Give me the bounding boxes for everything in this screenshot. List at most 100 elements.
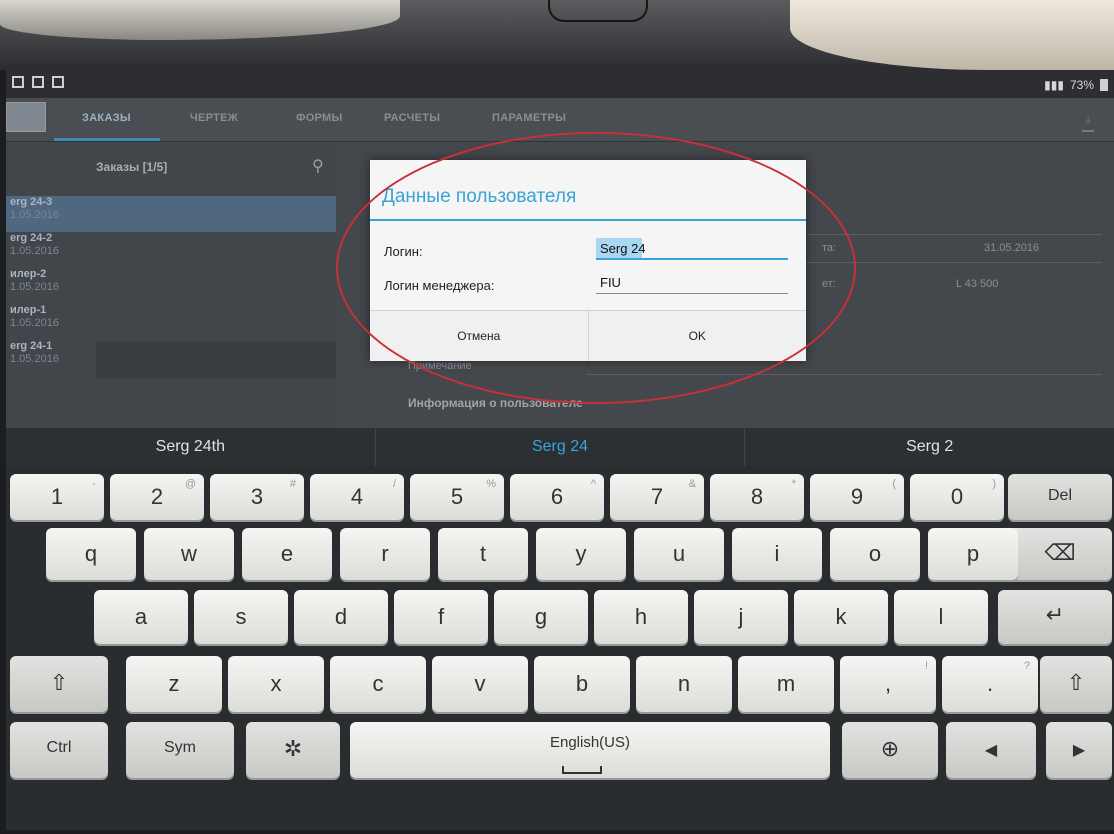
letter-key[interactable]: n [636, 656, 732, 712]
tab-drawing[interactable]: ЧЕРТЕЖ [190, 112, 238, 124]
order-item[interactable]: erg 24-3 1.05.2016 [6, 196, 336, 232]
order-item[interactable]: erg 24-1 1.05.2016 [6, 340, 336, 376]
letter-key[interactable]: c [330, 656, 426, 712]
letter-key-label: w [181, 541, 197, 566]
letter-key[interactable]: q [46, 528, 136, 580]
number-key-label: 9 [850, 484, 864, 509]
download-icon[interactable]: ⤓ [1082, 114, 1094, 132]
number-key[interactable]: 1- [10, 474, 104, 520]
letter-key[interactable]: j [694, 590, 788, 644]
tablet-screen: ▮▮▮ 73% ЗАКАЗЫ ЧЕРТЕЖ ФОРМЫ РАСЧЕТЫ ПАРА… [6, 70, 1114, 830]
space-key[interactable]: English(US) [350, 722, 830, 778]
language-key[interactable]: ⊕ [842, 722, 938, 778]
red-circle-annotation [336, 132, 856, 404]
letter-key[interactable]: g [494, 590, 588, 644]
letter-key[interactable]: v [432, 656, 528, 712]
number-key[interactable]: 0) [910, 474, 1004, 520]
shift-key-right[interactable]: ⇧ [1040, 656, 1112, 712]
letter-key[interactable]: z [126, 656, 222, 712]
settings-icon: ✲ [283, 736, 303, 761]
order-item[interactable]: илер-2 1.05.2016 [6, 268, 336, 304]
amount-value: L 43 500 [956, 278, 999, 290]
order-item[interactable]: илер-1 1.05.2016 [6, 304, 336, 340]
letter-key-label: q [84, 541, 98, 566]
search-icon[interactable]: ⚲ [312, 156, 324, 176]
shift-icon: ⇧ [1066, 670, 1086, 695]
letter-key[interactable]: k [794, 590, 888, 644]
number-key-hint: ^ [590, 478, 596, 490]
orders-panel: Заказы [1/5] ⚲ erg 24-3 1.05.2016 erg 24… [6, 142, 336, 428]
number-key[interactable]: 2 @ [110, 474, 204, 520]
letter-key[interactable]: h [594, 590, 688, 644]
letter-key[interactable]: e [242, 528, 332, 580]
number-key[interactable]: 8 * [710, 474, 804, 520]
letter-key-label: n [677, 671, 691, 696]
letter-key[interactable]: r [340, 528, 430, 580]
number-key[interactable]: 3 # [210, 474, 304, 520]
letter-key-label: o [868, 541, 882, 566]
letter-key[interactable]: .? [942, 656, 1038, 712]
sym-key[interactable]: Sym [126, 722, 234, 778]
number-key[interactable]: 6 ^ [510, 474, 604, 520]
cursor-right-key[interactable]: ▶ [1046, 722, 1112, 778]
number-key[interactable]: 9( [810, 474, 904, 520]
battery-icon [1100, 79, 1108, 91]
settings-key[interactable]: ✲ [246, 722, 340, 778]
number-key-label: 0 [950, 484, 964, 509]
image-icon [52, 76, 64, 88]
letter-key[interactable]: a [94, 590, 188, 644]
letter-key[interactable]: d [294, 590, 388, 644]
tab-orders[interactable]: ЗАКАЗЫ [82, 112, 131, 124]
delete-key[interactable]: Del [1008, 474, 1112, 520]
letter-key[interactable]: y [536, 528, 626, 580]
order-item[interactable]: erg 24-2 1.05.2016 [6, 232, 336, 268]
number-key[interactable]: 5% [410, 474, 504, 520]
letter-key[interactable]: t [438, 528, 528, 580]
letter-key[interactable]: w [144, 528, 234, 580]
letter-key-label: . [986, 671, 994, 696]
letter-key-label: h [634, 604, 648, 629]
letter-key-label: g [534, 604, 548, 629]
system-icons: ▮▮▮ 73% [1044, 78, 1108, 92]
letter-key-label: e [280, 541, 294, 566]
suggestion-item[interactable]: Serg 24 [376, 428, 746, 466]
number-key[interactable]: 7 & [610, 474, 704, 520]
letter-key-label: y [575, 541, 587, 566]
letter-key[interactable]: b [534, 656, 630, 712]
tab-forms[interactable]: ФОРМЫ [296, 112, 343, 124]
letter-key[interactable]: p [928, 528, 1018, 580]
background-object-right [790, 0, 1114, 70]
number-key[interactable]: 4/ [310, 474, 404, 520]
suggestion-item[interactable]: Serg 2 [745, 428, 1114, 466]
letter-key[interactable]: f [394, 590, 488, 644]
backspace-key[interactable]: ⌫ [1008, 528, 1112, 580]
enter-key[interactable]: ↵ [998, 590, 1112, 644]
cursor-left-key[interactable]: ◀ [946, 722, 1036, 778]
number-key-hint: * [791, 478, 796, 490]
ctrl-key[interactable]: Ctrl [10, 722, 108, 778]
letter-key[interactable]: s [194, 590, 288, 644]
letter-key[interactable]: l [894, 590, 988, 644]
letter-key-label: , [884, 671, 892, 696]
letter-key[interactable]: i [732, 528, 822, 580]
number-key-label: 8 [750, 484, 764, 509]
backspace-icon: ⌫ [1044, 540, 1076, 565]
shift-key-left[interactable]: ⇧ [10, 656, 108, 712]
shift-icon: ⇧ [49, 670, 69, 695]
background-object-left [0, 0, 400, 40]
letter-key[interactable]: o [830, 528, 920, 580]
letter-key-label: c [372, 671, 384, 696]
tablet-photo: ▮▮▮ 73% ЗАКАЗЫ ЧЕРТЕЖ ФОРМЫ РАСЧЕТЫ ПАРА… [0, 0, 1114, 834]
order-date: 1.05.2016 [10, 317, 59, 329]
letter-key[interactable]: m [738, 656, 834, 712]
letter-key-label: j [738, 604, 744, 629]
tab-parameters[interactable]: ПАРАМЕТРЫ [492, 112, 566, 124]
letter-key-label: f [437, 604, 445, 629]
home-button[interactable] [548, 0, 648, 22]
letter-key[interactable]: u [634, 528, 724, 580]
letter-key[interactable]: ,! [840, 656, 936, 712]
suggestion-item[interactable]: Serg 24th [6, 428, 376, 466]
tab-calculations[interactable]: РАСЧЕТЫ [384, 112, 440, 124]
letter-key-label: d [334, 604, 348, 629]
letter-key[interactable]: x [228, 656, 324, 712]
